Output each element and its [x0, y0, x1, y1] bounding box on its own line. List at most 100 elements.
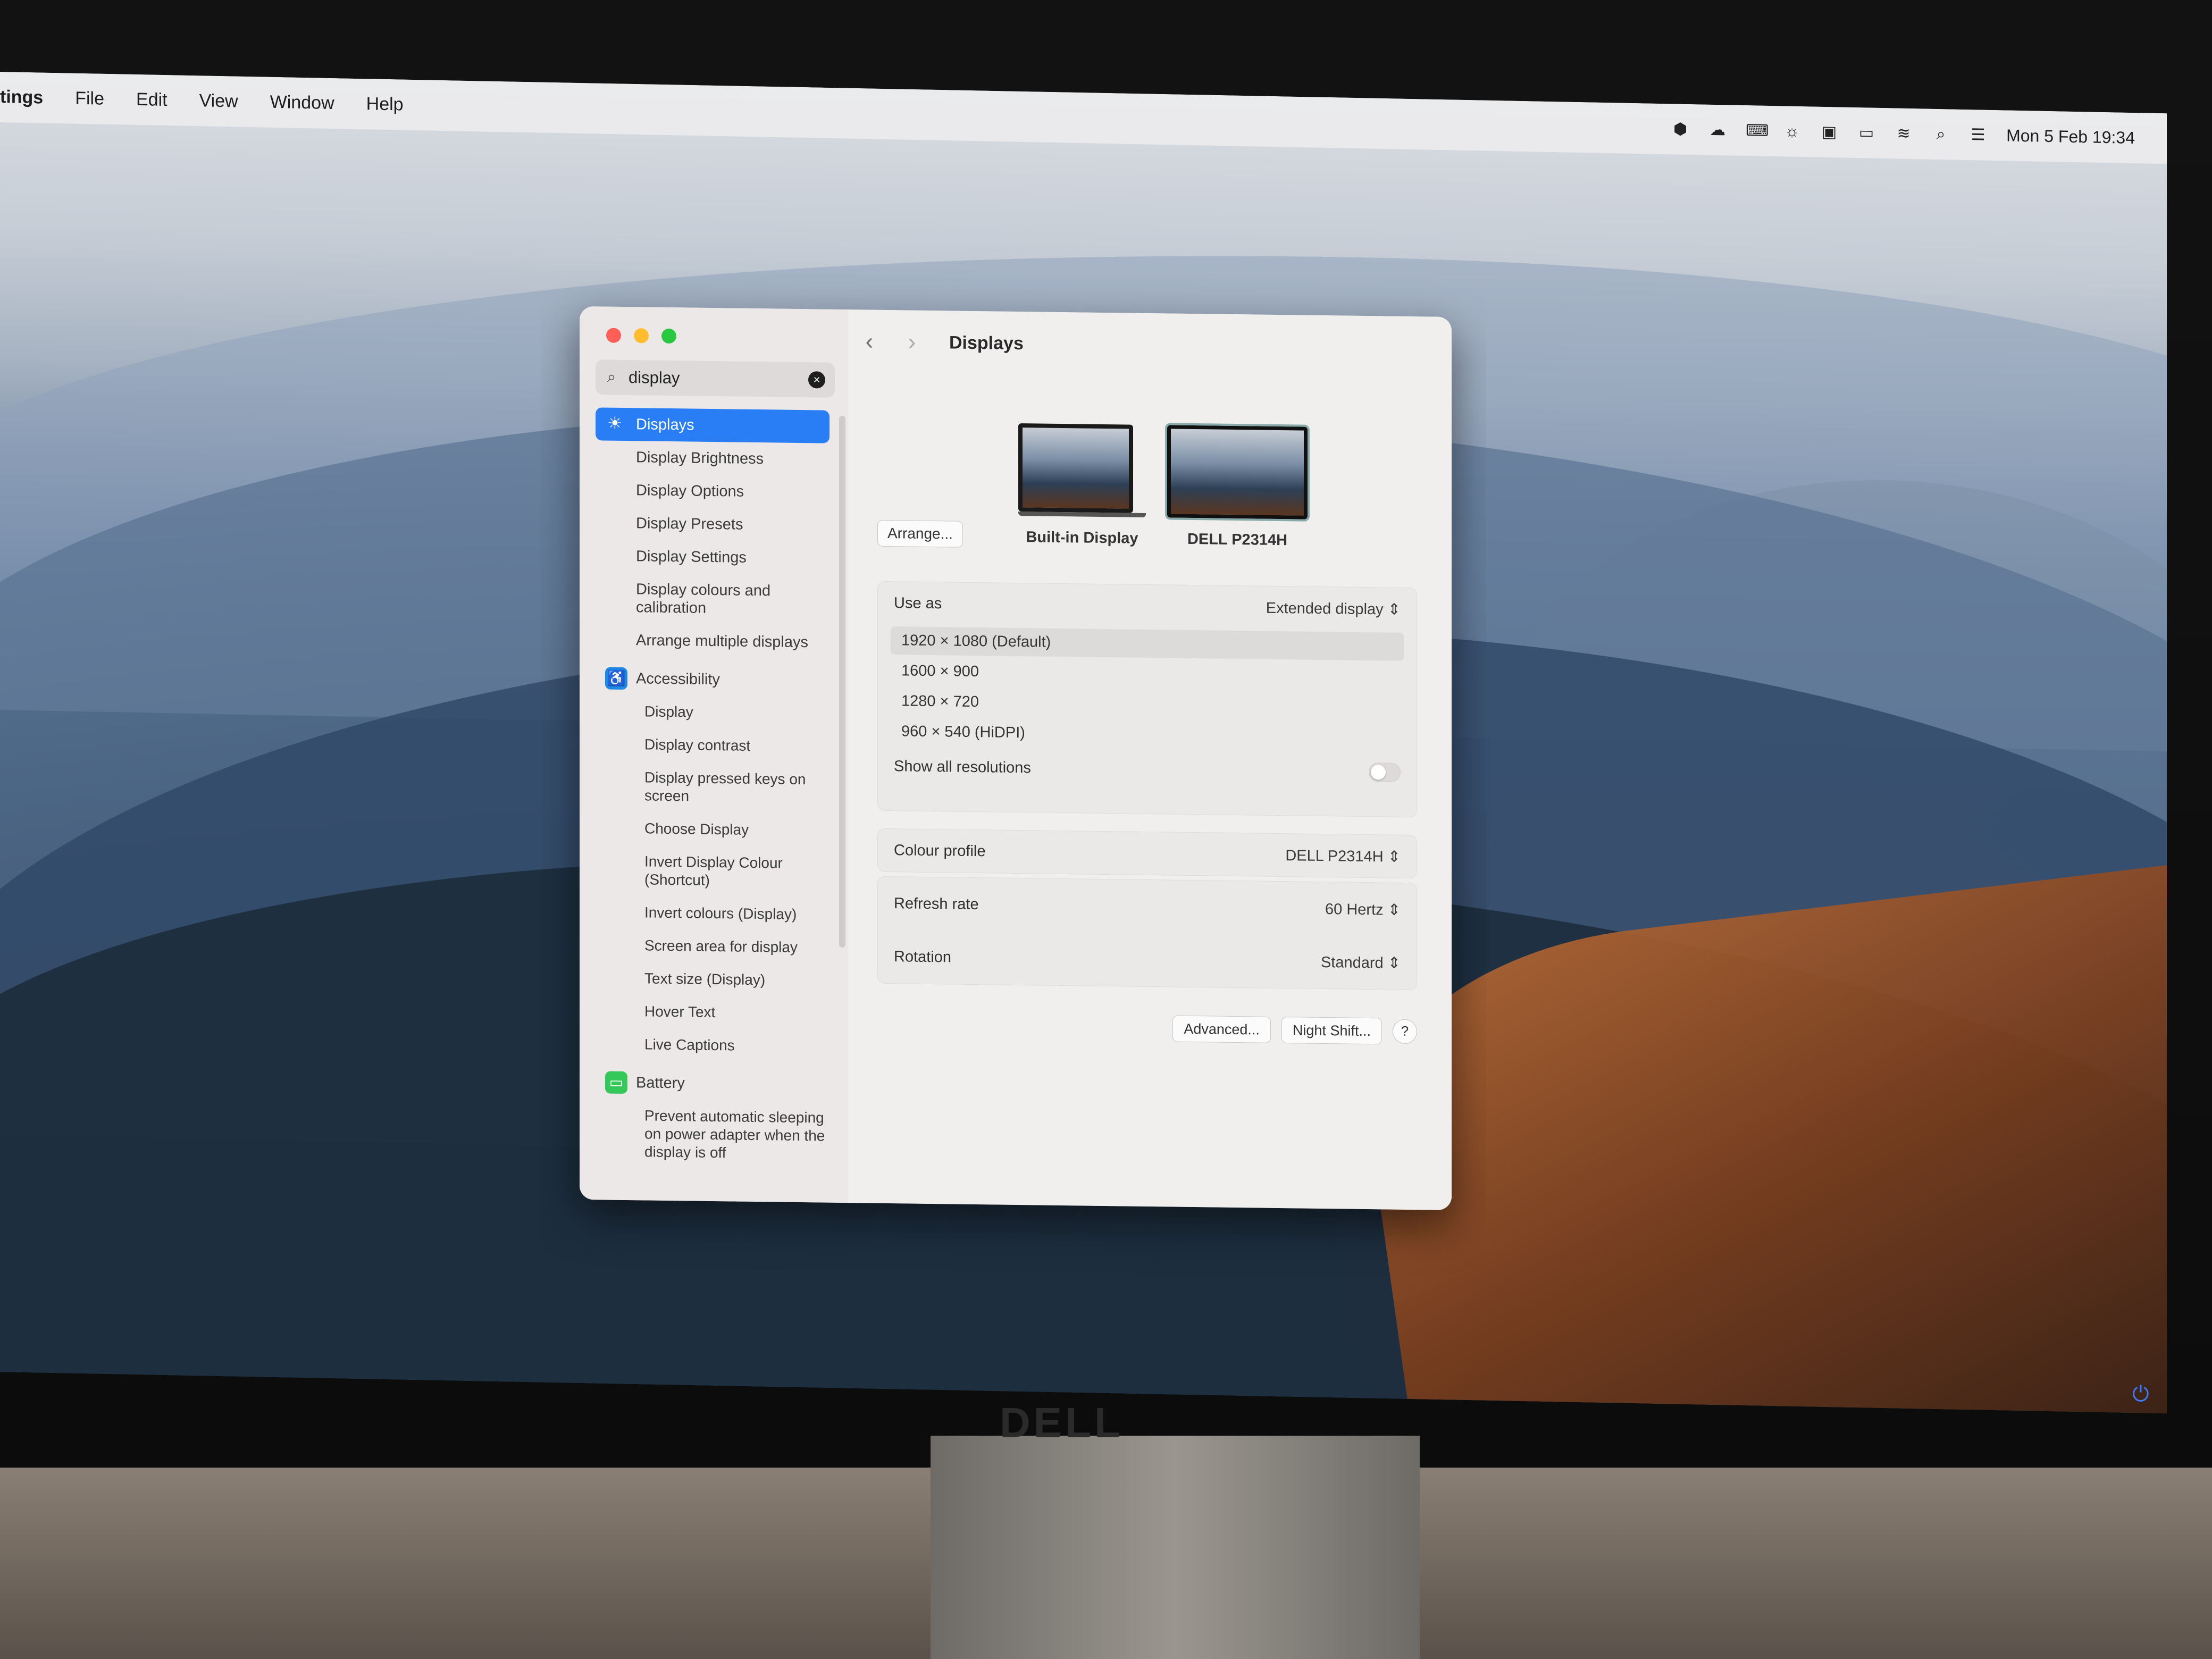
sidebar-item-label: Display colours and calibration: [636, 581, 771, 617]
menu-view[interactable]: View: [183, 90, 254, 113]
arrange-button[interactable]: Arrange...: [877, 520, 963, 548]
wifi-icon[interactable]: ≋: [1895, 124, 1913, 143]
sidebar-item-label: Prevent automatic sleeping on power adap…: [644, 1107, 825, 1161]
sidebar-item-label: Live Captions: [644, 1036, 735, 1054]
sidebar-item-label: Display: [644, 703, 693, 720]
dell-logo: DELL: [1000, 1399, 1124, 1446]
sidebar-item[interactable]: Display contrast: [596, 727, 830, 763]
display-label: Built-in Display: [1026, 529, 1138, 547]
page-title: Displays: [949, 332, 1024, 354]
sidebar-item-label: Choose Display: [644, 820, 749, 838]
show-all-label: Show all resolutions: [894, 757, 1031, 776]
keyboard-icon[interactable]: ⌨: [1746, 122, 1769, 140]
button-row: Advanced... Night Shift... ?: [1172, 1015, 1417, 1045]
sidebar-item[interactable]: Hover Text: [596, 994, 830, 1030]
display-thumb-dell[interactable]: DELL P2314H: [1165, 423, 1310, 549]
sidebar-item[interactable]: Text size (Display): [596, 961, 830, 997]
battery-icon[interactable]: ▭: [1857, 124, 1875, 143]
menu-help[interactable]: Help: [350, 94, 420, 115]
sidebar-scrollbar[interactable]: [839, 415, 845, 948]
sidebar-item-label: Display Presets: [636, 515, 743, 533]
zoom-button[interactable]: [661, 328, 676, 344]
cloud-icon[interactable]: ☁: [1708, 121, 1727, 139]
brightness-icon[interactable]: ☼: [1783, 122, 1801, 141]
monitor-icon: [1165, 423, 1310, 522]
sidebar-list: ☀ Displays Display Brightness Display Optio…: [596, 407, 830, 1170]
resolution-option[interactable]: 1600 × 900: [891, 657, 1404, 691]
display-label: DELL P2314H: [1187, 530, 1288, 549]
sidebar-item-label: Text size (Display): [644, 970, 766, 988]
sidebar-item[interactable]: Arrange multiple displays: [596, 623, 830, 659]
app-icon[interactable]: ⬢: [1671, 120, 1689, 139]
rotation-label: Rotation: [894, 948, 952, 966]
menu-file[interactable]: File: [59, 88, 120, 110]
back-button[interactable]: ‹: [848, 328, 891, 355]
refresh-rate-label: Refresh rate: [894, 894, 979, 913]
sidebar-item-label: Display Options: [636, 482, 744, 500]
sidebar-item[interactable]: Display colours and calibration: [596, 572, 830, 626]
sidebar-item[interactable]: Invert Display Colour (Shortcut): [596, 844, 830, 898]
sidebar-item[interactable]: Prevent automatic sleeping on power adap…: [596, 1099, 830, 1170]
sidebar-item-label: Arrange multiple displays: [636, 632, 808, 651]
refresh-rotation-card: Refresh rate 60 Hertz ⇕ Rotation Standar…: [877, 876, 1417, 991]
outlook-icon[interactable]: ▣: [1820, 123, 1838, 141]
refresh-rate-select[interactable]: 60 Hertz ⇕: [1325, 900, 1401, 919]
menu-edit[interactable]: Edit: [120, 89, 183, 111]
sidebar-item-label: Screen area for display: [644, 937, 798, 956]
window-controls: [606, 328, 676, 344]
advanced-button[interactable]: Advanced...: [1172, 1015, 1271, 1043]
battery-icon: ▭: [605, 1071, 627, 1094]
help-button[interactable]: ?: [1393, 1019, 1417, 1044]
laptop-icon: [1018, 423, 1133, 513]
sidebar-item[interactable]: Choose Display: [596, 811, 830, 847]
sidebar-item[interactable]: Display: [596, 694, 830, 730]
menu-window[interactable]: Window: [254, 91, 350, 114]
monitor-stand: [931, 1436, 1420, 1659]
sidebar-item[interactable]: Screen area for display: [596, 928, 830, 964]
use-as-select[interactable]: Extended display ⇕: [1266, 598, 1401, 618]
sidebar-item[interactable]: ☀ Displays: [596, 407, 830, 443]
sidebar-item-label: Accessibility: [636, 670, 720, 689]
search-input[interactable]: [627, 367, 805, 390]
sidebar-item[interactable]: Live Captions: [596, 1027, 830, 1063]
sidebar-item-label: Display Brightness: [636, 449, 764, 468]
use-as-card: Use as Extended display ⇕ 1920 × 1080 (D…: [877, 581, 1417, 818]
app-menu[interactable]: tings: [0, 87, 59, 108]
search-icon[interactable]: ⌕: [1932, 125, 1950, 144]
sidebar-item-label: Invert colours (Display): [644, 904, 797, 923]
settings-window: ⌕ × ☀ Displays Display Brightness Display O…: [580, 306, 1452, 1210]
night-shift-button[interactable]: Night Shift...: [1281, 1017, 1382, 1045]
sidebar-item-label: Display Settings: [636, 548, 747, 566]
sidebar-item[interactable]: Display Brightness: [596, 440, 830, 476]
sidebar: ⌕ × ☀ Displays Display Brightness Display O…: [580, 306, 849, 1203]
resolution-option[interactable]: 1280 × 720: [891, 687, 1404, 722]
forward-button[interactable]: ›: [891, 329, 933, 356]
sidebar-item[interactable]: Invert colours (Display): [596, 895, 830, 931]
sidebar-item[interactable]: Display Options: [596, 473, 830, 509]
clock[interactable]: Mon 5 Feb 19:34: [2006, 125, 2135, 148]
sidebar-item-label: Battery: [636, 1074, 685, 1092]
sidebar-item-label: Hover Text: [644, 1003, 716, 1021]
sidebar-item-label: Display contrast: [644, 736, 751, 754]
sidebar-item[interactable]: Display pressed keys on screen: [596, 760, 830, 814]
rotation-select[interactable]: Standard ⇕: [1321, 952, 1401, 972]
sidebar-item[interactable]: Display Presets: [596, 506, 830, 542]
sidebar-item[interactable]: Display Settings: [596, 539, 830, 575]
accessibility-icon: ♿: [605, 667, 627, 690]
colour-profile-select[interactable]: DELL P2314H ⇕: [1285, 846, 1401, 866]
show-all-toggle[interactable]: [1369, 763, 1401, 782]
resolution-option[interactable]: 1920 × 1080 (Default): [891, 626, 1404, 661]
resolution-option[interactable]: 960 × 540 (HiDPI): [891, 717, 1404, 752]
main-pane: ‹ › Displays Arrange... Built-in Display…: [848, 309, 1452, 1210]
minimize-button[interactable]: [634, 328, 649, 343]
sidebar-item[interactable]: ♿ Accessibility: [596, 661, 830, 697]
power-icon[interactable]: ⏻: [2132, 1382, 2149, 1406]
close-button[interactable]: [606, 328, 621, 343]
sun-icon: ☀: [607, 413, 623, 433]
display-thumb-builtin[interactable]: Built-in Display: [1018, 423, 1146, 548]
screen: tings File Edit View Window Help ⬢ ☁ ⌨ ☼…: [0, 72, 2167, 1414]
colour-profile-card: Colour profile DELL P2314H ⇕: [877, 828, 1417, 879]
control-center-icon[interactable]: ☰: [1969, 126, 1987, 145]
clear-search-icon[interactable]: ×: [808, 371, 825, 389]
sidebar-item[interactable]: ▭ Battery: [596, 1066, 830, 1101]
